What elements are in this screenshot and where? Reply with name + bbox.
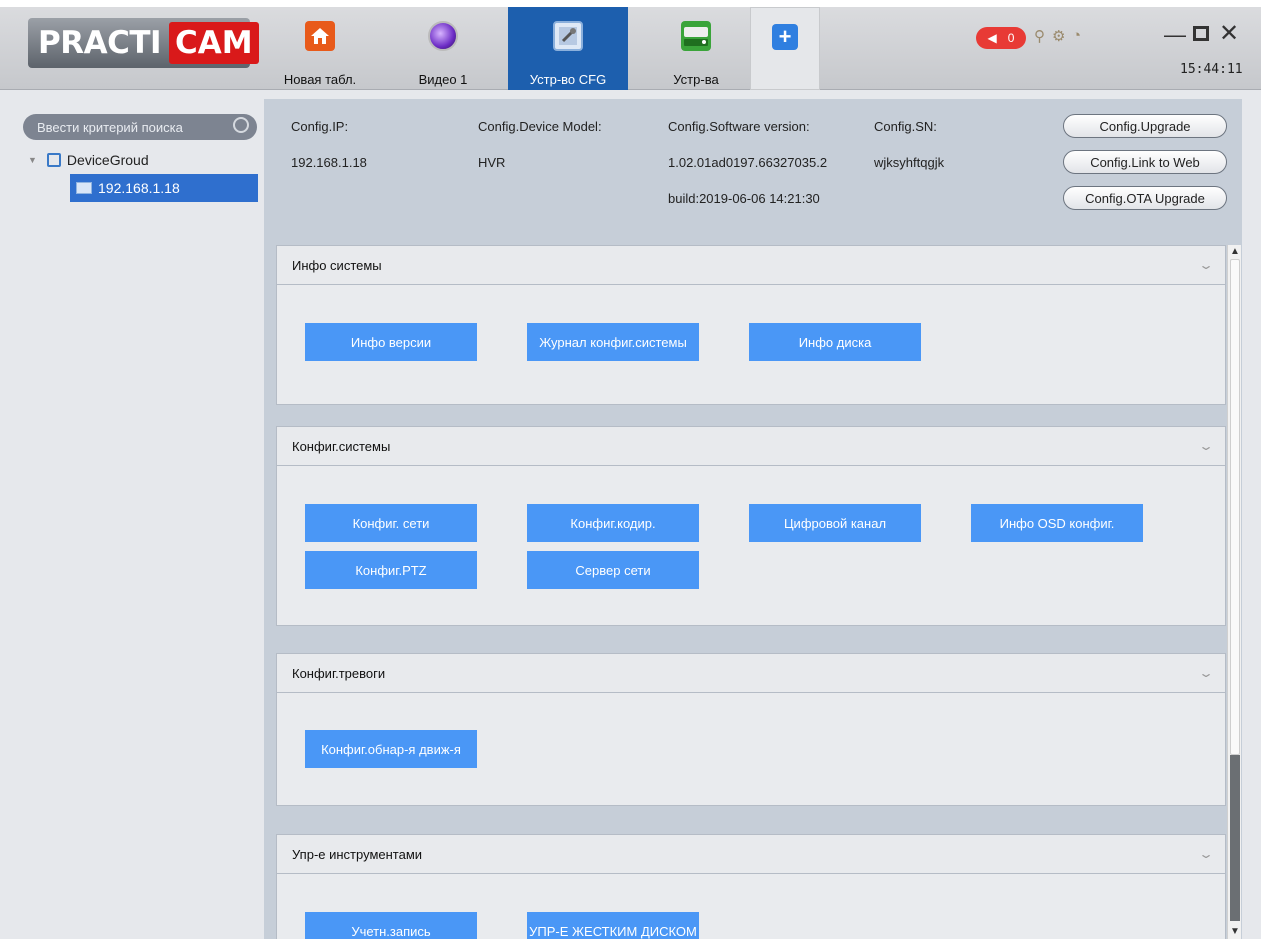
logo-text-left: PRACTI: [38, 25, 162, 61]
section-title: Конфиг.тревоги: [292, 665, 386, 681]
software-label: Config.Software version:: [668, 119, 810, 134]
network-config-button[interactable]: Конфиг. сети: [305, 504, 477, 542]
tab-label: Видео 1: [418, 72, 468, 87]
section-body: Конфиг. сети Конфиг.кодир. Цифровой кана…: [276, 466, 1226, 626]
expand-arrow-icon[interactable]: ▼: [28, 155, 37, 165]
chevron-down-icon[interactable]: ⌄: [1198, 847, 1214, 861]
model-value: HVR: [478, 155, 506, 170]
device-icon: [76, 182, 92, 194]
scroll-thumb[interactable]: [1230, 259, 1240, 755]
section-header[interactable]: Конфиг.системы ⌄: [276, 426, 1226, 466]
logo-text-right: CAM: [169, 22, 259, 64]
close-button[interactable]: ✕: [1219, 19, 1239, 48]
tab-video-1[interactable]: Видео 1: [405, 7, 481, 90]
link-to-web-button[interactable]: Config.Link to Web: [1063, 150, 1227, 174]
encode-config-button[interactable]: Конфиг.кодир.: [527, 504, 699, 542]
alarm-count: 0: [1007, 31, 1015, 45]
user-icon[interactable]: ⚲: [1034, 27, 1045, 45]
minimize-button[interactable]: —: [1164, 22, 1186, 48]
chevron-down-icon[interactable]: ⌄: [1198, 258, 1214, 272]
gear-icon[interactable]: ⚙: [1052, 27, 1065, 45]
ota-upgrade-button[interactable]: Config.OTA Upgrade: [1063, 186, 1227, 210]
upgrade-button[interactable]: Config.Upgrade: [1063, 114, 1227, 138]
ip-value: 192.168.1.18: [291, 155, 367, 170]
section-title: Конфиг.системы: [292, 438, 391, 454]
section-title: Инфо системы: [292, 257, 382, 273]
clock: 15:44:11: [1180, 62, 1243, 77]
scroll-down-arrow-icon[interactable]: ▼: [1228, 925, 1242, 939]
digital-channel-button[interactable]: Цифровой канал: [749, 504, 921, 542]
top-bar: PRACTI CAM Новая табл. Видео 1 Устр-во C…: [0, 0, 1261, 90]
sn-label: Config.SN:: [874, 119, 937, 134]
tree-device-node[interactable]: 192.168.1.18: [70, 174, 258, 202]
tab-label: Устр-во CFG: [529, 72, 607, 87]
tab-label: Устр-ва: [673, 72, 719, 87]
maximize-button[interactable]: [1193, 26, 1209, 41]
add-tab-button[interactable]: +: [750, 7, 820, 90]
osd-config-button[interactable]: Инфо OSD конфиг.: [971, 504, 1143, 542]
section-title: Упр-е инструментами: [292, 846, 423, 862]
device-group-icon: [46, 153, 61, 167]
app-window: PRACTI CAM Новая табл. Видео 1 Устр-во C…: [0, 0, 1261, 939]
speaker-icon: ◀: [987, 31, 997, 45]
tree-group-node[interactable]: ▼ DeviceGroud: [28, 152, 149, 168]
config-tool-icon: [553, 21, 583, 51]
scroll-up-arrow-icon[interactable]: ▲: [1228, 245, 1242, 259]
tab-device-cfg[interactable]: Устр-во CFG: [508, 7, 628, 90]
search-input[interactable]: [37, 119, 217, 135]
chevron-down-icon[interactable]: ⌄: [1198, 439, 1214, 453]
sidebar: ▼ DeviceGroud 192.168.1.18: [8, 100, 258, 939]
section-body: Учетн.запись УПР-Е ЖЕСТКИМ ДИСКОМ: [276, 874, 1226, 939]
search-box: [23, 114, 257, 140]
ip-label: Config.IP:: [291, 119, 349, 134]
device-recorder-icon: [681, 21, 711, 51]
sn-value: wjksyhftqgjk: [874, 155, 945, 170]
network-server-button[interactable]: Сервер сети: [527, 551, 699, 589]
section-body: Конфиг.обнар-я движ-я: [276, 693, 1226, 806]
section-header[interactable]: Конфиг.тревоги ⌄: [276, 653, 1226, 693]
home-icon: [305, 21, 335, 51]
alarm-badge[interactable]: ◀ 0: [976, 27, 1026, 49]
plus-icon: +: [772, 24, 798, 50]
camera-lens-icon: [428, 21, 458, 51]
build-value: build:2019-06-06 14:21:30: [668, 191, 820, 206]
motion-detect-button[interactable]: Конфиг.обнар-я движ-я: [305, 730, 477, 768]
software-value: 1.02.01ad0197.66327035.2: [668, 155, 828, 170]
scroll-track[interactable]: [1230, 755, 1240, 921]
tab-label: Новая табл.: [283, 72, 357, 87]
section-header[interactable]: Инфо системы ⌄: [276, 245, 1226, 285]
search-icon[interactable]: [233, 117, 249, 133]
vertical-scrollbar[interactable]: ▲ ▼: [1227, 245, 1241, 939]
disk-info-button[interactable]: Инфо диска: [749, 323, 921, 361]
section-header[interactable]: Упр-е инструментами ⌄: [276, 834, 1226, 874]
model-label: Config.Device Model:: [478, 119, 602, 134]
tab-new-table[interactable]: Новая табл.: [278, 7, 362, 90]
brand-logo: PRACTI CAM: [28, 18, 259, 68]
hdd-management-button[interactable]: УПР-Е ЖЕСТКИМ ДИСКОМ: [527, 912, 699, 939]
version-info-button[interactable]: Инфо версии: [305, 323, 477, 361]
section-body: Инфо версии Журнал конфиг.системы Инфо д…: [276, 285, 1226, 405]
ptz-config-button[interactable]: Конфиг.PTZ: [305, 551, 477, 589]
chevron-down-icon[interactable]: ⌄: [1198, 666, 1214, 680]
system-log-button[interactable]: Журнал конфиг.системы: [527, 323, 699, 361]
device-label: 192.168.1.18: [98, 180, 180, 196]
accounts-button[interactable]: Учетн.запись: [305, 912, 477, 939]
device-info-panel: Config.IP: 192.168.1.18 Config.Device Mo…: [264, 99, 1242, 234]
speedometer-icon[interactable]: ◔: [1072, 27, 1081, 44]
group-label: DeviceGroud: [66, 152, 149, 168]
main-panel: Config.IP: 192.168.1.18 Config.Device Mo…: [264, 99, 1242, 939]
tab-devices[interactable]: Устр-ва: [656, 7, 736, 90]
